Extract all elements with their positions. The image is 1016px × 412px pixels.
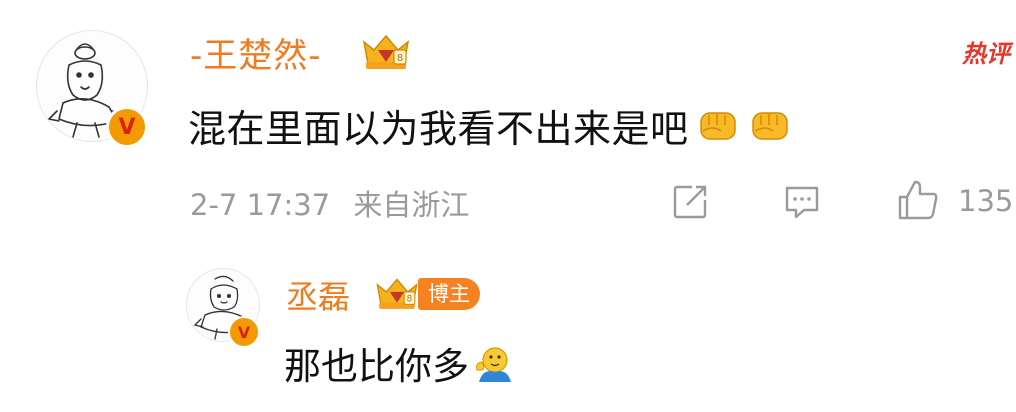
comment-meta: 2-7 17:37 来自浙江 [190,182,469,224]
fist-emoji-icon [751,111,788,140]
v-icon: V [237,322,251,342]
fist-emoji-icon [699,111,736,140]
reply-text-row: 那也比你多 [284,336,515,390]
comment-time: 2-7 17:37 [190,188,331,222]
verified-badge: V [228,316,260,348]
reply-text: 那也比你多 [284,345,469,388]
hot-comment-label: 热评 [962,40,1010,68]
replier-username[interactable]: 丞磊 [286,272,350,318]
share-icon[interactable] [670,182,710,222]
blogger-badge: 博主 [418,278,480,310]
svg-text:8: 8 [397,53,403,64]
v-icon: V [118,114,136,140]
reply-comment-icon[interactable] [782,182,822,222]
svg-text:8: 8 [407,295,413,305]
comment-location: 来自浙江 [353,188,470,222]
comment-text-row: 混在里面以为我看不出来是吧 [188,98,793,153]
thumbs-up-icon[interactable] [896,178,940,222]
crown-icon: 8 [362,34,410,69]
like-count: 135 [958,184,1014,218]
crown-icon: 8 [376,278,418,309]
comment-text: 混在里面以为我看不出来是吧 [188,107,689,151]
verified-badge: V [106,106,148,148]
commenter-username[interactable]: -王楚然- [190,28,322,77]
wave-emoji-icon [476,347,511,382]
